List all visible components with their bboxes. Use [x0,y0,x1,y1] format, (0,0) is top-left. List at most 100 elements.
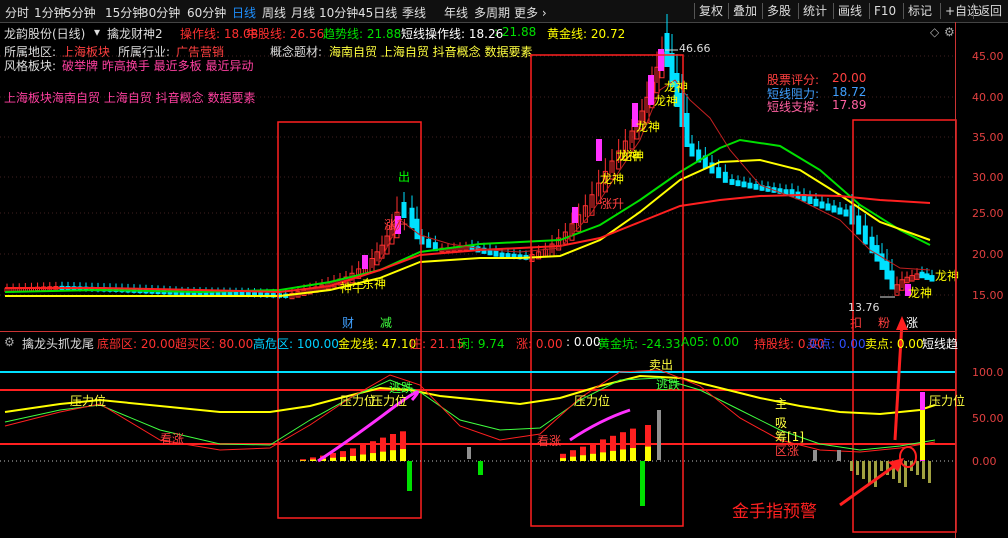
zone-label: 区涨 [775,444,800,458]
candle-body [825,203,831,211]
sub-bar-olive [850,461,853,471]
candle-body [807,196,813,204]
sub-pane-icon[interactable]: ⚙ [4,335,15,349]
sub-bar-olive [922,461,925,479]
price-tick: 20.00 [972,248,1004,261]
sub-bar-olive [868,461,871,483]
escape-label-1: 逃跌 [656,378,681,392]
chart-tag: 龙神 [908,286,932,300]
sub-bar-yellow [610,450,616,461]
pressure-label-4: 压力位 [574,394,611,408]
sub-bar-yellow [390,450,396,461]
sub-indicator-param: 底部区: 20.00 [97,337,176,351]
candle-body [929,275,935,282]
sub-bar-green [640,461,645,506]
sub-bar-olive [862,461,865,479]
chart-tag: 龙神 [654,94,678,108]
highlight-candle [658,49,664,71]
sell-label: 卖出 [649,358,674,372]
candle-body [401,202,407,218]
escape-label-2: 逃跌 [389,381,414,395]
candle-body [919,271,925,279]
highlight-candle [596,139,602,161]
chart-tag: 龙神 [620,149,644,163]
candle-body [221,291,227,296]
sub-indicator-name[interactable]: 擒龙头抓龙尾 [22,335,94,352]
chart-tag: 财 [342,316,354,330]
chart-tag: 涨 [906,315,918,330]
sub-tick: 100.0 [972,366,1004,379]
sub-bar-yellow [560,458,566,461]
sub-indicator-param: 涨: 0.00 [516,337,563,351]
price-tick: 40.00 [972,91,1004,104]
sub-tick: 0.00 [972,455,997,468]
candle-body [856,215,862,235]
candle-body [735,180,741,187]
chart-tag: 龙神 [664,80,688,94]
sub-bar-yellow [620,449,626,461]
candle-body [409,207,415,229]
candle-body [843,209,849,217]
pane-separator [0,331,955,332]
trend-line [4,138,931,294]
highlight-candle [362,255,368,269]
sub-indicator-param: 黄金坑: -24.33 [598,337,681,351]
warning-circle [899,446,917,468]
price-tick: 25.00 [972,207,1004,220]
operation-line [5,193,931,294]
golden-line [5,158,931,297]
sub-indicator-param: 高危区: 100.00 [253,337,339,351]
price-tick: 35.00 [972,131,1004,144]
candle-body [227,291,233,296]
chart-tag: 出 [398,170,410,184]
chart-tag: 涨升 [600,196,624,211]
price-tick: 30.00 [972,171,1004,184]
sub-indicator-param: 短线趋 [922,337,959,351]
candle-body [722,171,728,183]
chart-tag: 龙神 [636,120,660,134]
sub-bar-olive [928,461,931,483]
sub-bar-gray [467,447,471,459]
candle-body [716,167,722,179]
rise-label-2: 看涨 [537,434,562,448]
sub-bar-gray [657,410,661,460]
chart-tag: 扣 [850,316,862,330]
chart-canvas[interactable]: 龙神龙神龙神龙神龙神龙神龙神龙神涨升涨升出财减扣粉涨神牛东神 [0,0,1008,538]
sub-bar-yellow [330,457,336,461]
high-price: 46.66 [679,42,711,55]
sub-bar-olive [880,461,883,471]
candle-body [884,260,890,280]
golden-finger-annotation: 金手指预警 [732,502,817,522]
candle-body [783,189,789,195]
low-price: 13.76 [848,301,880,314]
sub-bar-gray [813,450,817,461]
sub-indicator-param: : 0.00 [566,335,601,349]
short-line [379,79,931,271]
sub-tick: 50.00 [972,412,1004,425]
sub-bar-yellow [590,453,596,461]
chart-tag: 涨升 [384,217,408,232]
candle-body [505,253,511,259]
sub-bar-olive [916,461,919,475]
candle-body [493,250,499,257]
sub-indicator-param: A05: 0.00 [681,335,740,349]
sub-indicator-param: 金龙线: 47.10 [338,337,417,351]
rise-label-1: 看涨 [160,432,185,446]
sub-bar-yellow [340,457,346,461]
chart-tag: 减 [380,316,392,330]
sub-bar-yellow [350,455,356,461]
sub-bar-green [407,461,412,491]
candle-body [689,143,695,157]
price-tick: 15.00 [972,289,1004,302]
price-tick: 45.00 [972,50,1004,63]
sub-bar-yellow [570,456,576,461]
candle-body [889,270,895,290]
pressure-label-1: 压力位 [70,394,107,408]
candle-body [862,225,868,245]
candle-body [837,207,843,215]
chart-tag: 东神 [362,277,386,291]
sub-bar-yellow [920,410,925,460]
sub-bar-yellow [600,452,606,461]
sub-bar-yellow [370,453,376,461]
candle-body [414,218,420,240]
